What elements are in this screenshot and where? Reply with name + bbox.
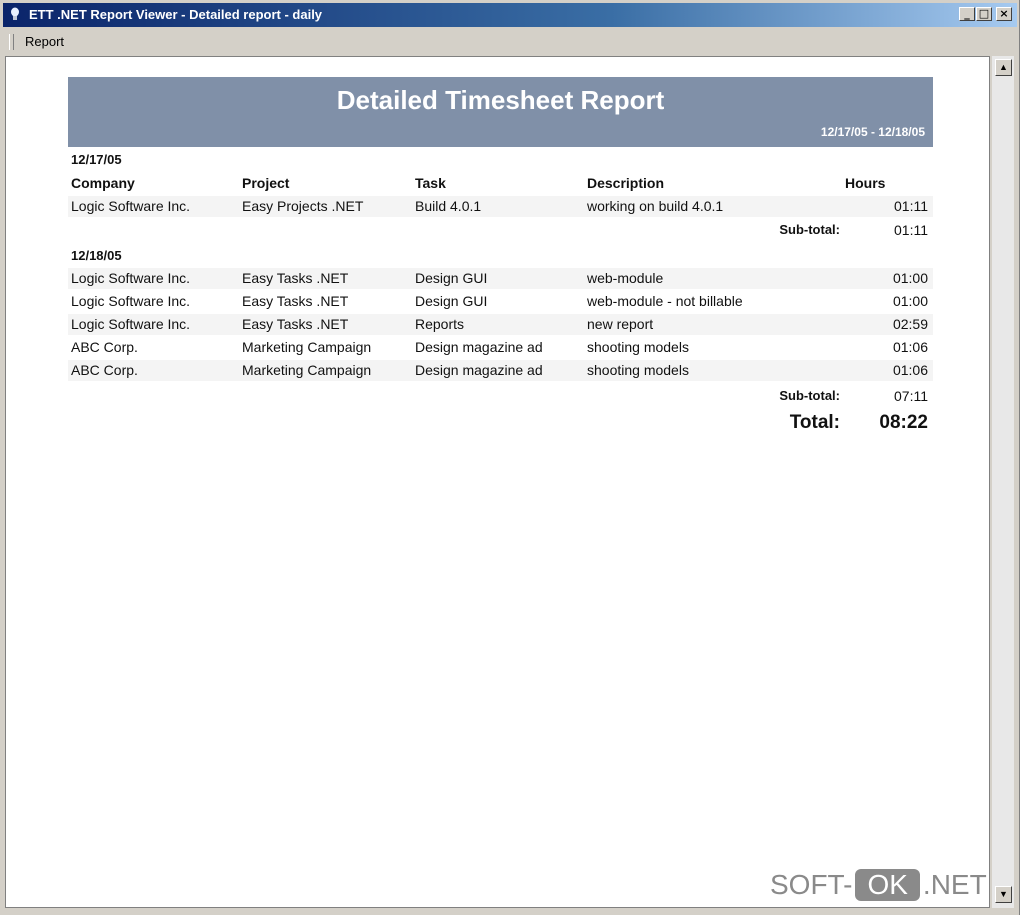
cell-project: Easy Tasks .NET: [242, 293, 349, 309]
table-row: Logic Software Inc. Easy Tasks .NET Desi…: [68, 291, 933, 312]
cell-project: Easy Tasks .NET: [242, 316, 349, 332]
scroll-down-icon[interactable]: ▼: [995, 886, 1012, 903]
minimize-button[interactable]: _: [959, 7, 975, 21]
report-title: Detailed Timesheet Report: [336, 85, 665, 115]
close-button[interactable]: ×: [996, 7, 1012, 21]
cell-task: Design GUI: [415, 270, 488, 286]
report-canvas: [5, 56, 990, 908]
total-label: Total:: [789, 412, 840, 433]
subtotal-value: 01:11: [894, 222, 928, 238]
cell-task: Design magazine ad: [415, 339, 543, 355]
title-bar[interactable]: ETT .NET Report Viewer - Detailed report…: [3, 3, 1017, 27]
column-header-description: Description: [587, 175, 665, 191]
cell-hours: 01:00: [892, 270, 928, 286]
cell-hours: 01:11: [894, 198, 928, 214]
subtotal-label: Sub-total:: [779, 388, 840, 403]
cell-company: Logic Software Inc.: [71, 293, 191, 309]
cell-task: Design GUI: [415, 293, 488, 309]
cell-description: new report: [587, 316, 654, 332]
cell-description: shooting models: [587, 362, 689, 378]
maximize-button[interactable]: □: [976, 7, 992, 21]
cell-company: Logic Software Inc.: [71, 316, 191, 332]
subtotal-value: 07:11: [894, 388, 928, 404]
column-header-project: Project: [242, 175, 290, 191]
cell-company: ABC Corp.: [71, 339, 138, 355]
cell-hours: 01:06: [892, 339, 928, 355]
menu-bar: Report: [3, 30, 1015, 54]
scroll-up-icon[interactable]: ▲: [995, 59, 1012, 76]
column-header-hours: Hours: [845, 175, 886, 191]
toolbar-grip-icon[interactable]: [9, 34, 14, 50]
cell-hours: 02:59: [892, 316, 928, 332]
watermark: SOFT- OK .NET: [770, 869, 987, 909]
cell-hours: 01:06: [892, 362, 928, 378]
total-value: 08:22: [879, 412, 928, 433]
watermark-left: SOFT-: [770, 869, 853, 900]
cell-company: Logic Software Inc.: [71, 198, 191, 214]
cell-task: Reports: [415, 316, 465, 332]
report-viewer-window: ETT .NET Report Viewer - Detailed report…: [0, 0, 1020, 915]
table-row: ABC Corp. Marketing Campaign Design maga…: [68, 360, 933, 381]
cell-task: Build 4.0.1: [415, 198, 482, 214]
app-icon: [11, 7, 19, 20]
cell-description: shooting models: [587, 339, 689, 355]
cell-project: Easy Projects .NET: [242, 198, 364, 214]
vertical-scrollbar[interactable]: ▲ ▼: [992, 56, 1014, 908]
cell-project: Marketing Campaign: [242, 339, 372, 355]
cell-description: web-module: [587, 270, 664, 286]
report-date-range: 12/17/05 - 12/18/05: [820, 125, 925, 139]
table-row: Logic Software Inc. Easy Projects .NET B…: [68, 196, 933, 217]
watermark-mid: OK: [855, 869, 920, 901]
cell-project: Easy Tasks .NET: [242, 270, 349, 286]
table-row: Logic Software Inc. Easy Tasks .NET Desi…: [68, 268, 933, 289]
cell-description: working on build 4.0.1: [587, 198, 724, 214]
cell-task: Design magazine ad: [415, 362, 543, 378]
group-date: 12/17/05: [71, 152, 122, 167]
window-title: ETT .NET Report Viewer - Detailed report…: [29, 7, 323, 22]
table-row: ABC Corp. Marketing Campaign Design maga…: [68, 337, 933, 358]
menu-report[interactable]: Report: [25, 34, 64, 49]
cell-hours: 01:00: [892, 293, 928, 309]
report-banner: Detailed Timesheet Report 12/17/05 - 12/…: [68, 77, 933, 147]
group-date: 12/18/05: [71, 248, 122, 263]
cell-project: Marketing Campaign: [242, 362, 372, 378]
cell-company: Logic Software Inc.: [71, 270, 191, 286]
column-header-task: Task: [415, 175, 446, 191]
cell-description: web-module - not billable: [587, 293, 743, 309]
watermark-right: .NET: [922, 869, 987, 900]
table-row: Logic Software Inc. Easy Tasks .NET Repo…: [68, 314, 933, 335]
cell-company: ABC Corp.: [71, 362, 138, 378]
column-header-company: Company: [71, 175, 135, 191]
subtotal-label: Sub-total:: [779, 222, 840, 237]
